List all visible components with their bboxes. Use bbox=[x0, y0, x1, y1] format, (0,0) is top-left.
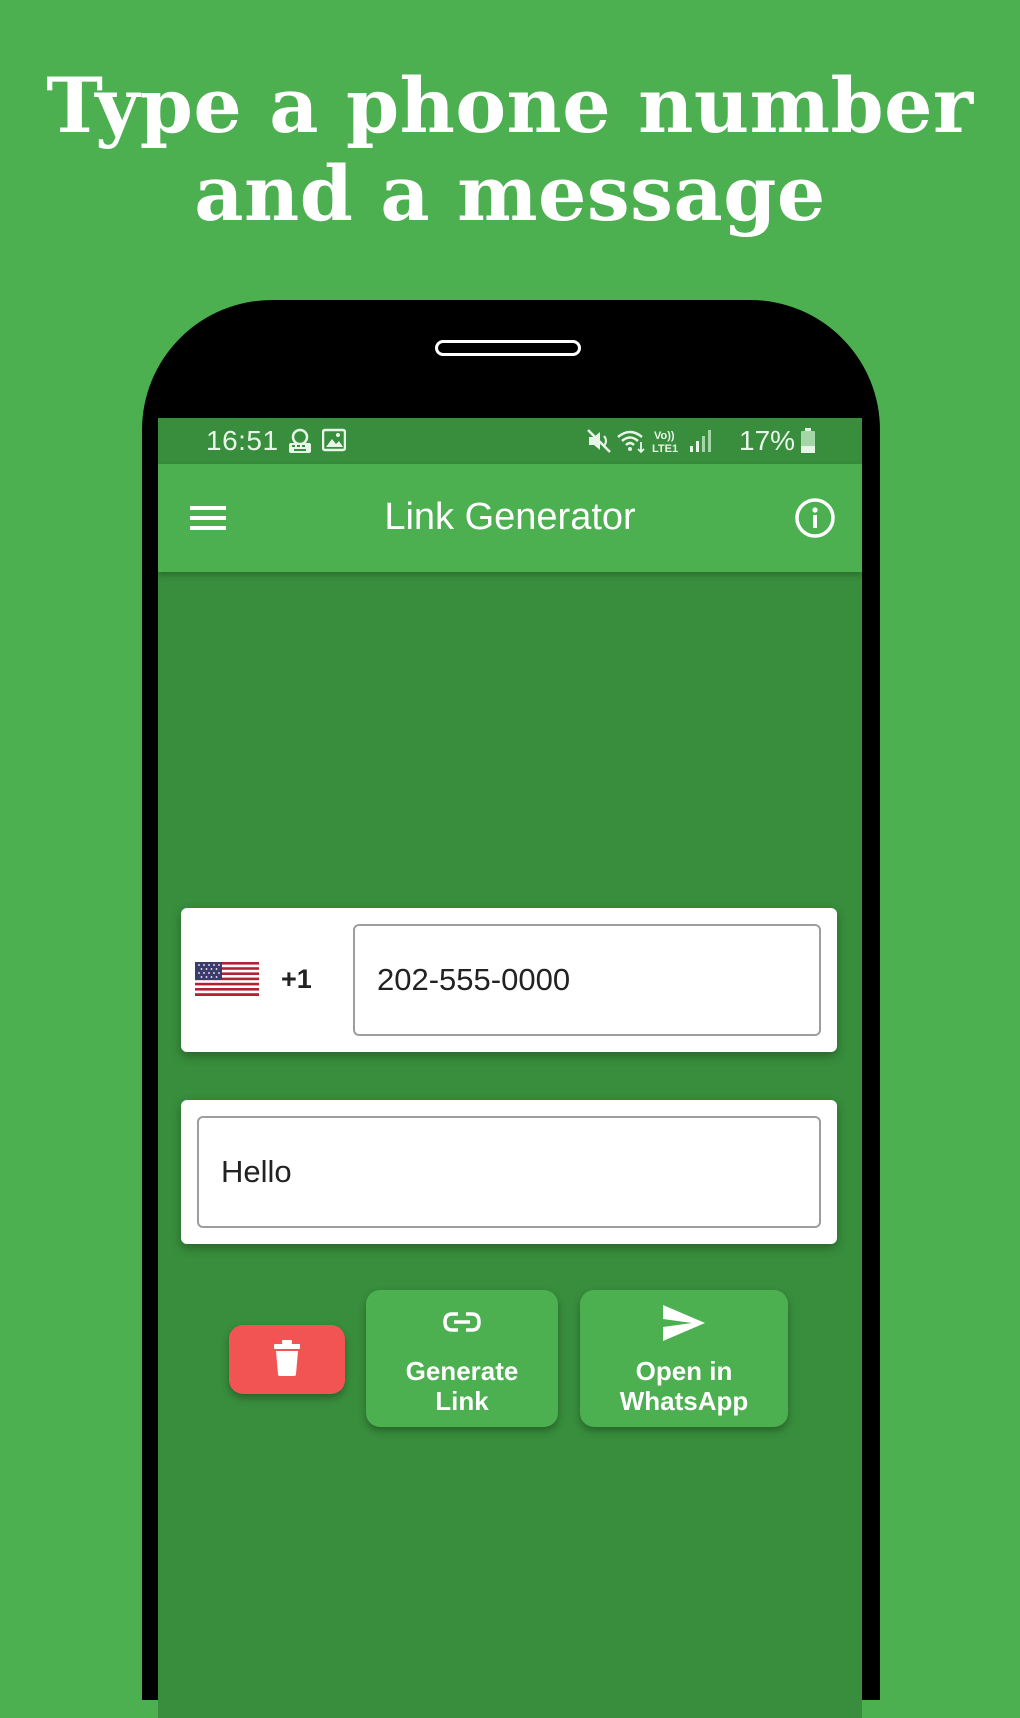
svg-text:Vo)): Vo)) bbox=[654, 430, 675, 442]
signal-icon bbox=[690, 430, 711, 452]
trash-icon bbox=[274, 1340, 300, 1376]
mute-icon bbox=[587, 429, 611, 453]
headline: Type a phone number and a message bbox=[46, 61, 974, 238]
message-input[interactable]: Hello bbox=[197, 1116, 821, 1228]
status-bar: 16:51 Vo)) LTE1 17% bbox=[158, 418, 862, 464]
phone-frame: 16:51 Vo)) LTE1 17% Link Generator +1 20… bbox=[142, 300, 880, 1718]
us-flag-icon[interactable] bbox=[195, 962, 259, 996]
country-code[interactable]: +1 bbox=[281, 964, 312, 995]
battery-icon bbox=[801, 428, 815, 453]
message-card: Hello bbox=[181, 1100, 837, 1244]
open-whatsapp-button[interactable]: Open in WhatsApp bbox=[580, 1290, 788, 1427]
app-bar: Link Generator bbox=[158, 464, 862, 572]
battery-percent: 17% bbox=[739, 425, 796, 456]
delete-button[interactable] bbox=[229, 1325, 345, 1394]
phone-number-input[interactable]: 202-555-0000 bbox=[353, 924, 821, 1036]
phone-speaker bbox=[435, 340, 581, 356]
app-title: Link Generator bbox=[384, 496, 636, 538]
phone-screen: 16:51 Vo)) LTE1 17% Link Generator +1 20… bbox=[158, 418, 862, 1718]
link-icon bbox=[443, 1312, 481, 1332]
open-whatsapp-label: Open in WhatsApp bbox=[619, 1356, 749, 1416]
info-icon[interactable] bbox=[794, 497, 836, 539]
volte-icon: Vo)) LTE1 bbox=[652, 430, 678, 454]
phone-number-card: +1 202-555-0000 bbox=[181, 908, 837, 1052]
wifi-icon bbox=[617, 430, 645, 454]
status-time: 16:51 bbox=[206, 425, 279, 456]
generate-link-label: Generate Link bbox=[405, 1356, 519, 1416]
svg-text:LTE1: LTE1 bbox=[652, 443, 678, 454]
generate-link-button[interactable]: Generate Link bbox=[366, 1290, 558, 1427]
image-icon bbox=[322, 428, 346, 452]
send-icon bbox=[663, 1305, 705, 1341]
keyboard-icon bbox=[289, 428, 311, 453]
